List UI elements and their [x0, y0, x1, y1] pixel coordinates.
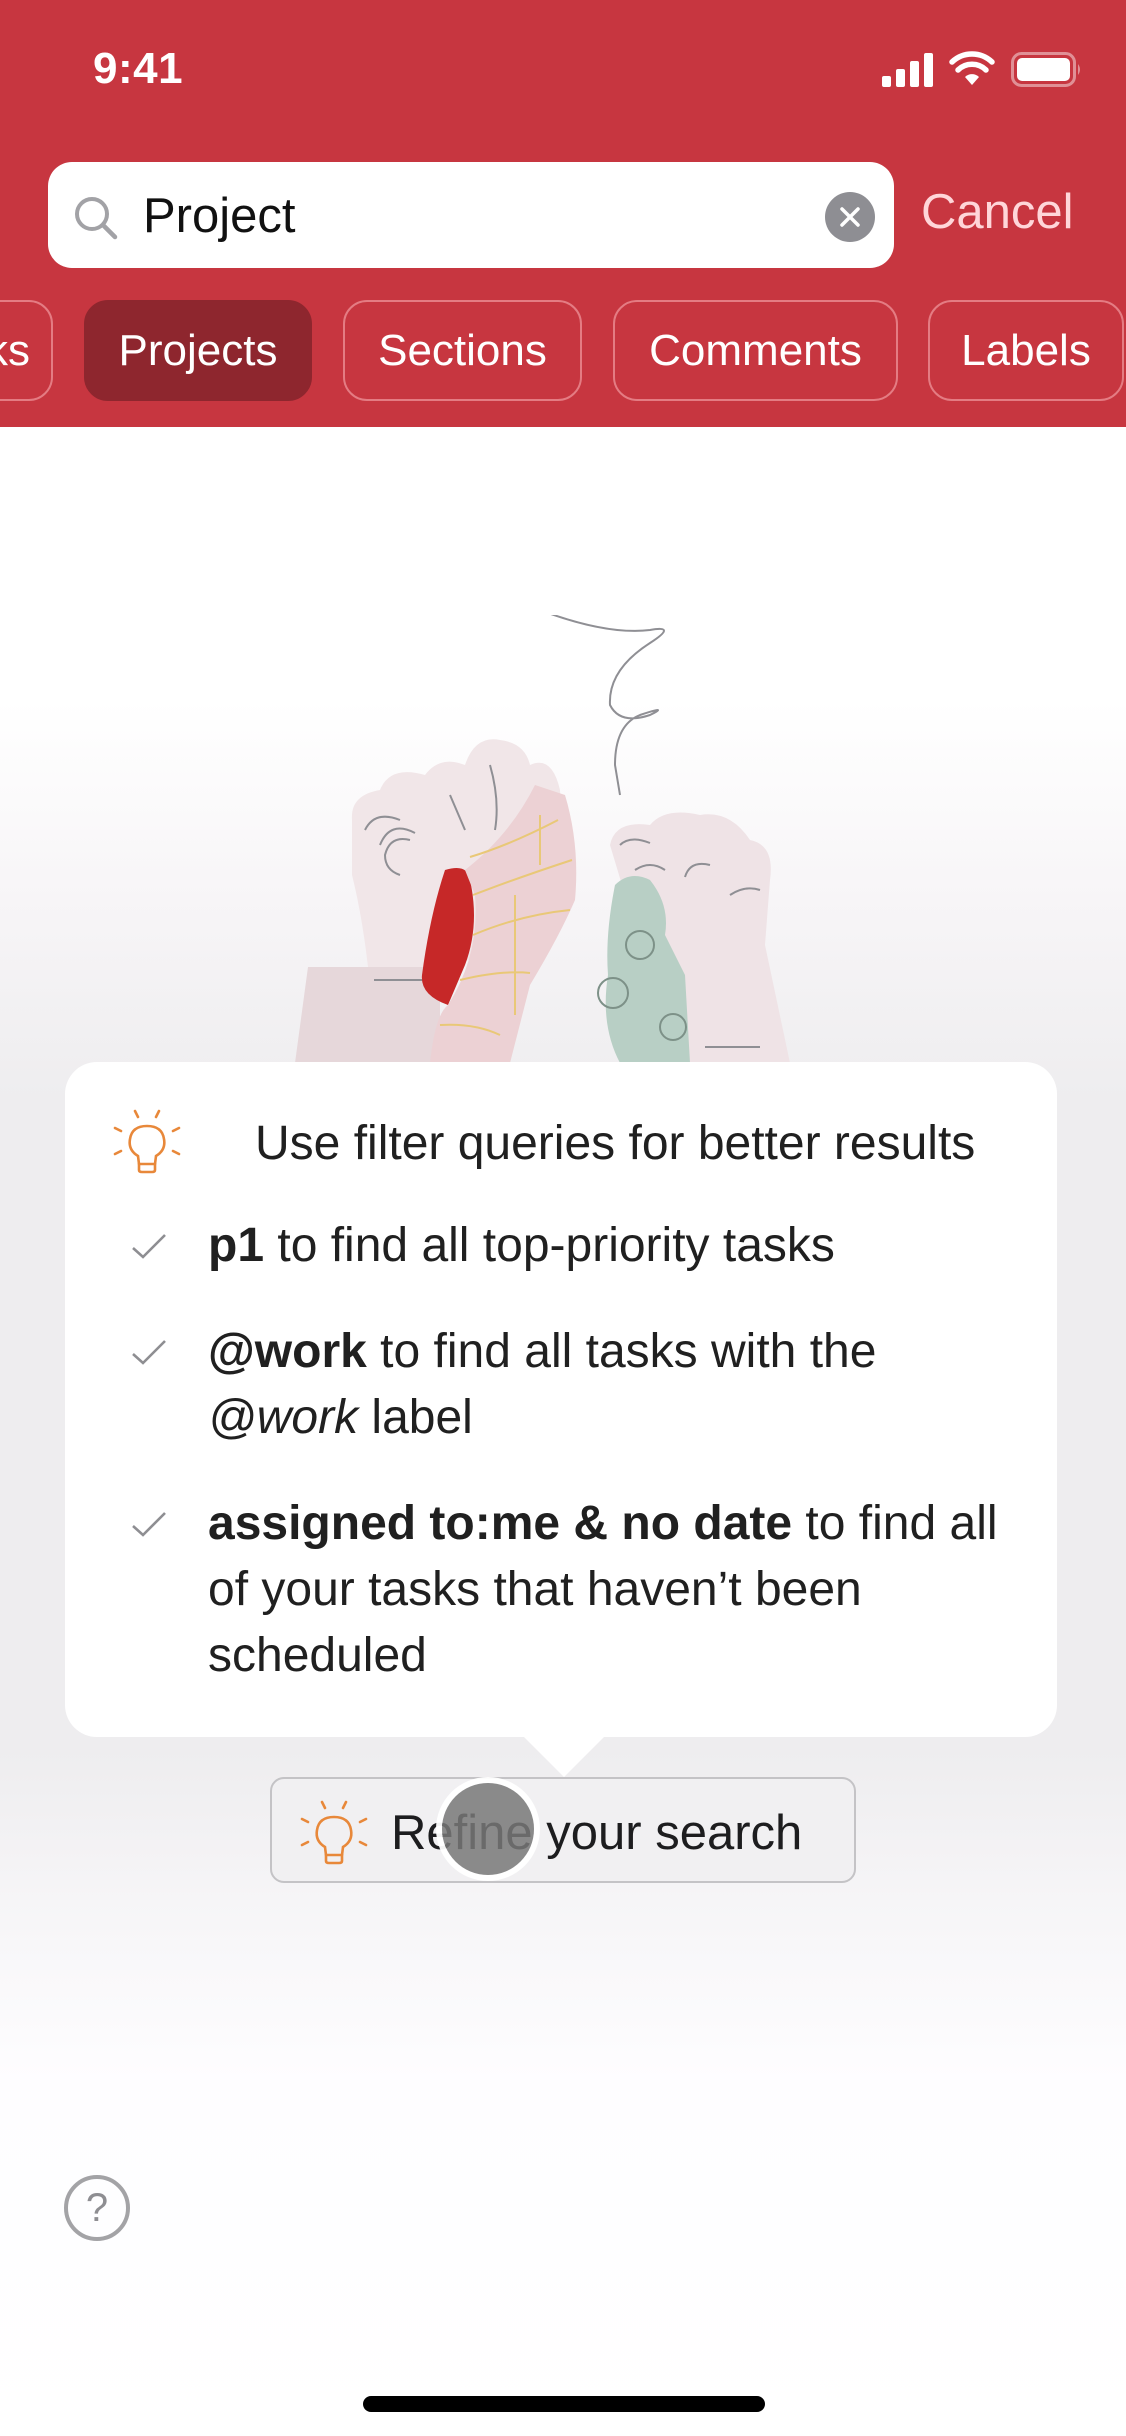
checkmark-icon — [132, 1234, 166, 1259]
clear-icon — [840, 207, 860, 227]
filter-tips-card: Use filter queries for better results p1… — [65, 1062, 1057, 1737]
filter-chips: Tasks Projects Sections Comments Labels — [0, 300, 1126, 402]
tip-text: @work to find all tasks with the @work l… — [208, 1319, 1008, 1451]
checkmark-icon — [132, 1340, 166, 1365]
status-icons — [880, 50, 1090, 90]
search-input[interactable] — [143, 188, 743, 244]
cancel-button[interactable]: Cancel — [921, 184, 1074, 240]
tip-text: assigned to:me & no date to find all of … — [208, 1491, 1008, 1689]
tip-query: @work — [208, 1325, 367, 1378]
tip-title: Use filter queries for better results — [255, 1117, 976, 1170]
chip-sections[interactable]: Sections — [343, 300, 582, 401]
empty-state-illustration — [295, 615, 790, 1063]
chip-label: Sections — [378, 325, 547, 375]
chip-label: Tasks — [0, 325, 30, 375]
search-field[interactable] — [48, 162, 894, 268]
tip-description-tail: label — [358, 1391, 473, 1444]
touch-indicator — [442, 1783, 534, 1875]
tip-description: to find all top-priority tasks — [264, 1219, 835, 1272]
chip-label: Comments — [649, 325, 862, 375]
tip-query: p1 — [208, 1219, 265, 1272]
tip-query: assigned to:me & no date — [208, 1497, 793, 1550]
checkmark-icon — [132, 1512, 166, 1537]
help-icon: ? — [85, 2185, 109, 2230]
chip-tasks[interactable]: Tasks — [0, 300, 53, 401]
thread — [550, 615, 665, 796]
lightbulb-icon — [113, 1109, 181, 1174]
status-time: 9:41 — [93, 44, 184, 93]
lightbulb-icon — [300, 1800, 368, 1865]
chip-labels[interactable]: Labels — [928, 300, 1124, 401]
home-indicator[interactable] — [363, 2396, 765, 2412]
left-sleeve — [295, 967, 440, 1063]
chip-comments[interactable]: Comments — [613, 300, 898, 401]
tip-label-example: @work — [208, 1391, 359, 1444]
chip-projects[interactable]: Projects — [84, 300, 312, 401]
tip-text: p1 to find all top-priority tasks — [208, 1213, 1008, 1279]
tip-pointer — [523, 1736, 605, 1777]
chip-label: Projects — [118, 325, 278, 375]
clear-search-button[interactable] — [825, 192, 875, 242]
search-icon — [75, 197, 118, 240]
cellular-signal-icon — [882, 53, 933, 87]
tip-header: Use filter queries for better results — [112, 1106, 1032, 1176]
header: 9:41 Cancel — [0, 0, 1126, 427]
battery-icon — [1011, 52, 1080, 87]
wifi-icon — [949, 51, 995, 85]
help-button[interactable]: ? — [64, 2175, 130, 2241]
chip-label: Labels — [961, 325, 1091, 375]
refine-search-button[interactable]: Refine your search — [270, 1777, 856, 1883]
tip-description: to find all tasks with the — [366, 1325, 877, 1378]
